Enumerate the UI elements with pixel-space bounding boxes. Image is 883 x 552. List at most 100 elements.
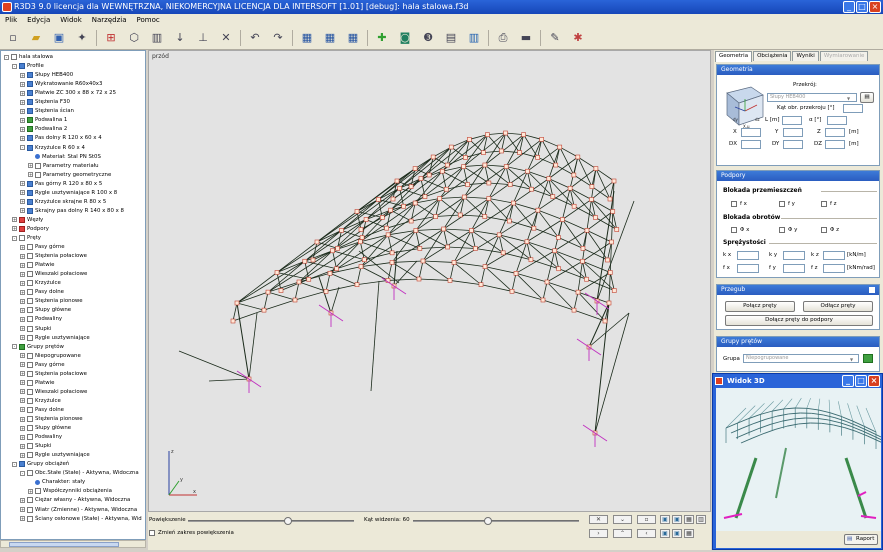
menu-help[interactable]: Pomoc: [137, 14, 160, 26]
tree-item[interactable]: + Słupy główne: [20, 424, 71, 432]
tree-item[interactable]: + Parametry geometryczne: [28, 171, 111, 179]
disconnect-bars-button[interactable]: Odłącz pręty: [803, 301, 873, 312]
expand-icon[interactable]: +: [28, 163, 33, 169]
node-marker[interactable]: [412, 166, 418, 171]
node-marker[interactable]: [359, 235, 365, 240]
member-line[interactable]: [554, 250, 583, 262]
coord-dy-input[interactable]: [783, 140, 803, 149]
member-line[interactable]: [573, 205, 596, 218]
nodes-icon[interactable]: ⬡: [125, 29, 143, 47]
member-line[interactable]: [513, 202, 538, 211]
node-marker[interactable]: [589, 184, 595, 189]
tree-item[interactable]: + Skrajny pas dolny R 140 x 80 x 8: [20, 207, 124, 215]
member-line[interactable]: [467, 182, 489, 185]
save-icon[interactable]: ▣: [50, 29, 68, 47]
member-line[interactable]: [208, 378, 250, 382]
menu-file[interactable]: Plik: [5, 14, 17, 26]
node-marker[interactable]: [422, 194, 428, 199]
node-marker[interactable]: [607, 270, 613, 275]
view-front-icon[interactable]: ▣: [660, 515, 670, 524]
expand-icon[interactable]: +: [20, 416, 25, 422]
member-line[interactable]: [443, 228, 472, 231]
project-tree[interactable]: - hala stalowa - Profile + Słupy HEB400 + Wykra…: [0, 50, 146, 540]
member-line[interactable]: [505, 132, 524, 136]
node-marker[interactable]: [593, 166, 599, 171]
node-marker[interactable]: [408, 218, 414, 224]
node-marker[interactable]: [230, 318, 236, 324]
node-marker[interactable]: [503, 164, 509, 169]
node-marker[interactable]: [610, 209, 616, 214]
tree-item[interactable]: - Grupy prętów: [12, 343, 64, 351]
node-marker[interactable]: [274, 270, 280, 275]
expand-icon[interactable]: +: [20, 199, 25, 205]
node-marker[interactable]: [580, 246, 586, 251]
node-marker[interactable]: [486, 180, 492, 186]
node-marker[interactable]: [531, 225, 537, 231]
tree-item[interactable]: + Ciężar własny - Aktywna, Widoczna: [20, 496, 130, 504]
new-icon[interactable]: ▫: [4, 29, 22, 47]
member-line[interactable]: [422, 228, 444, 262]
collapse-icon[interactable]: -: [12, 344, 17, 350]
node-marker[interactable]: [607, 196, 613, 202]
tree-item[interactable]: - Profile: [12, 62, 44, 70]
collapse-icon[interactable]: -: [20, 145, 25, 150]
node-marker[interactable]: [513, 271, 519, 276]
expand-icon[interactable]: +: [20, 135, 25, 141]
node-marker[interactable]: [330, 248, 335, 254]
node-marker[interactable]: [571, 172, 577, 178]
tree-item[interactable]: + Stężenia połaciowe: [20, 370, 87, 378]
tree-item[interactable]: Materiał: Stal PN St0S: [28, 153, 101, 161]
node-marker[interactable]: [401, 203, 406, 209]
member-line[interactable]: [325, 273, 331, 292]
node-marker[interactable]: [499, 148, 504, 154]
member-line[interactable]: [484, 241, 528, 267]
tree-item[interactable]: + Podwalina 2: [20, 125, 67, 133]
node-marker[interactable]: [535, 155, 540, 160]
member-line[interactable]: [501, 150, 520, 154]
member-line[interactable]: [464, 196, 489, 199]
section-edit-button[interactable]: ▤: [860, 92, 874, 103]
node-marker[interactable]: [553, 162, 559, 168]
tree-item[interactable]: + Słupy HEB400: [20, 71, 73, 79]
delete-icon[interactable]: ✕: [217, 29, 235, 47]
member-line[interactable]: [399, 187, 426, 197]
tree-item[interactable]: + Wieszaki połaciowe: [20, 270, 87, 278]
collapse-icon[interactable]: -: [4, 54, 9, 60]
3d-minimize-button[interactable]: _: [842, 375, 854, 387]
tab-geometry[interactable]: Geometria: [715, 51, 753, 62]
view-tools-button[interactable]: ✕: [589, 515, 608, 524]
member-line[interactable]: [232, 302, 238, 322]
view-shade-icon[interactable]: ▦: [684, 529, 694, 538]
expand-icon[interactable]: +: [28, 488, 33, 494]
grid-a-icon[interactable]: ▦: [298, 29, 316, 47]
member-line[interactable]: [329, 272, 358, 285]
member-line[interactable]: [569, 187, 592, 200]
member-line[interactable]: [546, 260, 583, 283]
3d-render-area[interactable]: [716, 388, 883, 531]
member-line[interactable]: [488, 166, 507, 199]
node-marker[interactable]: [524, 239, 530, 245]
member-line[interactable]: [415, 230, 448, 248]
collapse-icon[interactable]: -: [12, 461, 17, 467]
member-line[interactable]: [588, 312, 630, 348]
member-line[interactable]: [487, 132, 506, 136]
coord-y-input[interactable]: [783, 128, 803, 137]
member-line[interactable]: [418, 278, 451, 281]
view-render-icon[interactable]: ▣: [660, 529, 670, 538]
nav-up-button[interactable]: ⌃: [613, 529, 632, 538]
member-line[interactable]: [569, 187, 596, 218]
node-marker[interactable]: [500, 250, 506, 256]
node-marker[interactable]: [385, 232, 391, 238]
node-marker[interactable]: [358, 239, 363, 245]
tree-item[interactable]: + Pasy dolne: [20, 288, 64, 296]
member-line[interactable]: [594, 312, 630, 434]
nav-back-button[interactable]: ‹: [637, 529, 656, 538]
render-icon[interactable]: ▤: [442, 29, 460, 47]
node-marker[interactable]: [525, 168, 530, 174]
tree-item[interactable]: + Słupki: [20, 325, 51, 333]
collapse-icon[interactable]: -: [20, 470, 25, 476]
expand-icon[interactable]: +: [20, 326, 25, 331]
member-line[interactable]: [388, 230, 416, 236]
member-line[interactable]: [325, 284, 358, 292]
node-marker[interactable]: [605, 257, 610, 263]
